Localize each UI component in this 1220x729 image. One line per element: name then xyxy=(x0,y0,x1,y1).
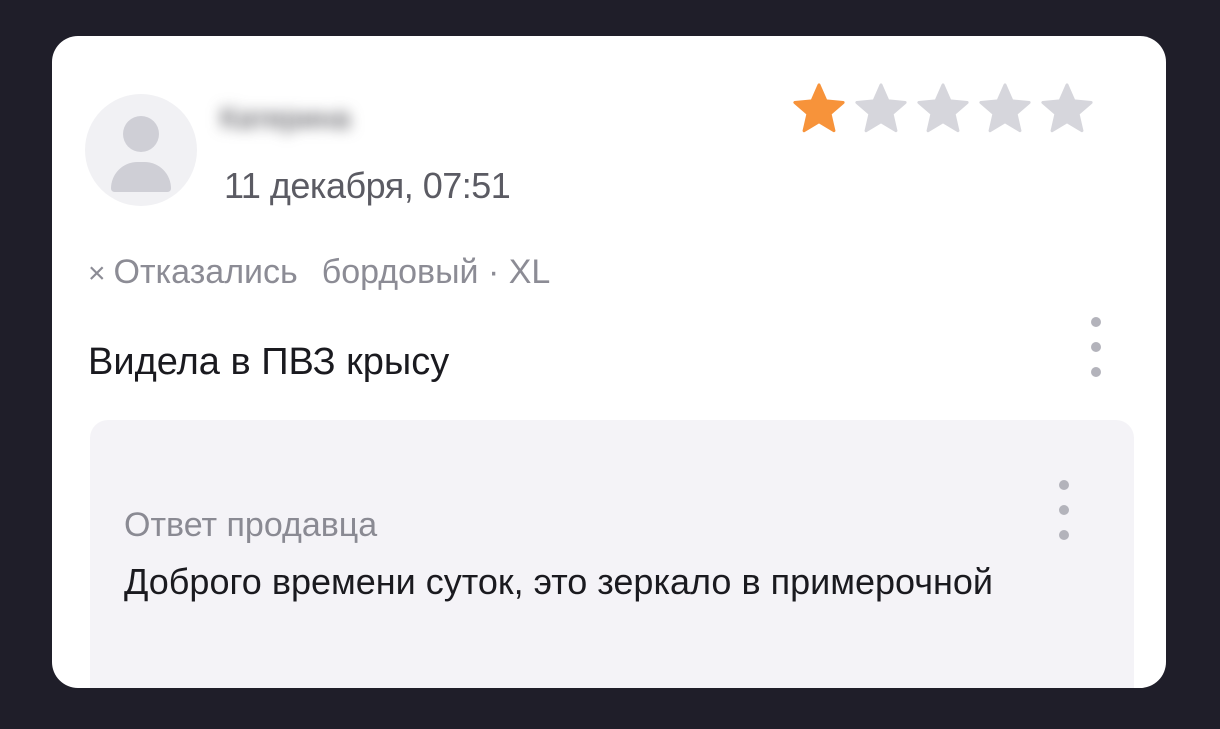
review-date: 11 декабря, 07:51 xyxy=(224,165,511,206)
seller-reply-text: Доброго времени суток, это зеркало в при… xyxy=(124,561,993,602)
avatar-body-shape xyxy=(111,162,171,192)
avatar xyxy=(85,94,197,206)
seller-reply: Ответ продавца Доброго времени суток, эт… xyxy=(90,420,1134,688)
avatar-head-shape xyxy=(123,116,159,152)
variant-color: бордовый xyxy=(321,253,479,291)
author-name: Катерина xyxy=(220,102,351,135)
star-icon xyxy=(793,83,845,133)
star-rating xyxy=(790,80,1096,138)
review-more-icon[interactable] xyxy=(1088,317,1104,377)
order-status: Отказались xyxy=(113,253,298,291)
star-icon xyxy=(855,83,907,133)
star-icon xyxy=(979,83,1031,133)
variant-size: XL xyxy=(508,253,551,291)
star-icon xyxy=(917,83,969,133)
order-variant: × Отказались бордовый · XL xyxy=(88,250,550,296)
review-text: Видела в ПВЗ крысу xyxy=(88,341,450,383)
seller-reply-label: Ответ продавца xyxy=(124,506,378,544)
review-card: Катерина 11 декабря, 07:51 × Отказались бо… xyxy=(52,36,1166,688)
variant-separator: · xyxy=(487,253,500,291)
reply-more-icon[interactable] xyxy=(1056,480,1072,540)
star-icon xyxy=(1041,83,1093,133)
refused-icon: × xyxy=(88,257,106,290)
